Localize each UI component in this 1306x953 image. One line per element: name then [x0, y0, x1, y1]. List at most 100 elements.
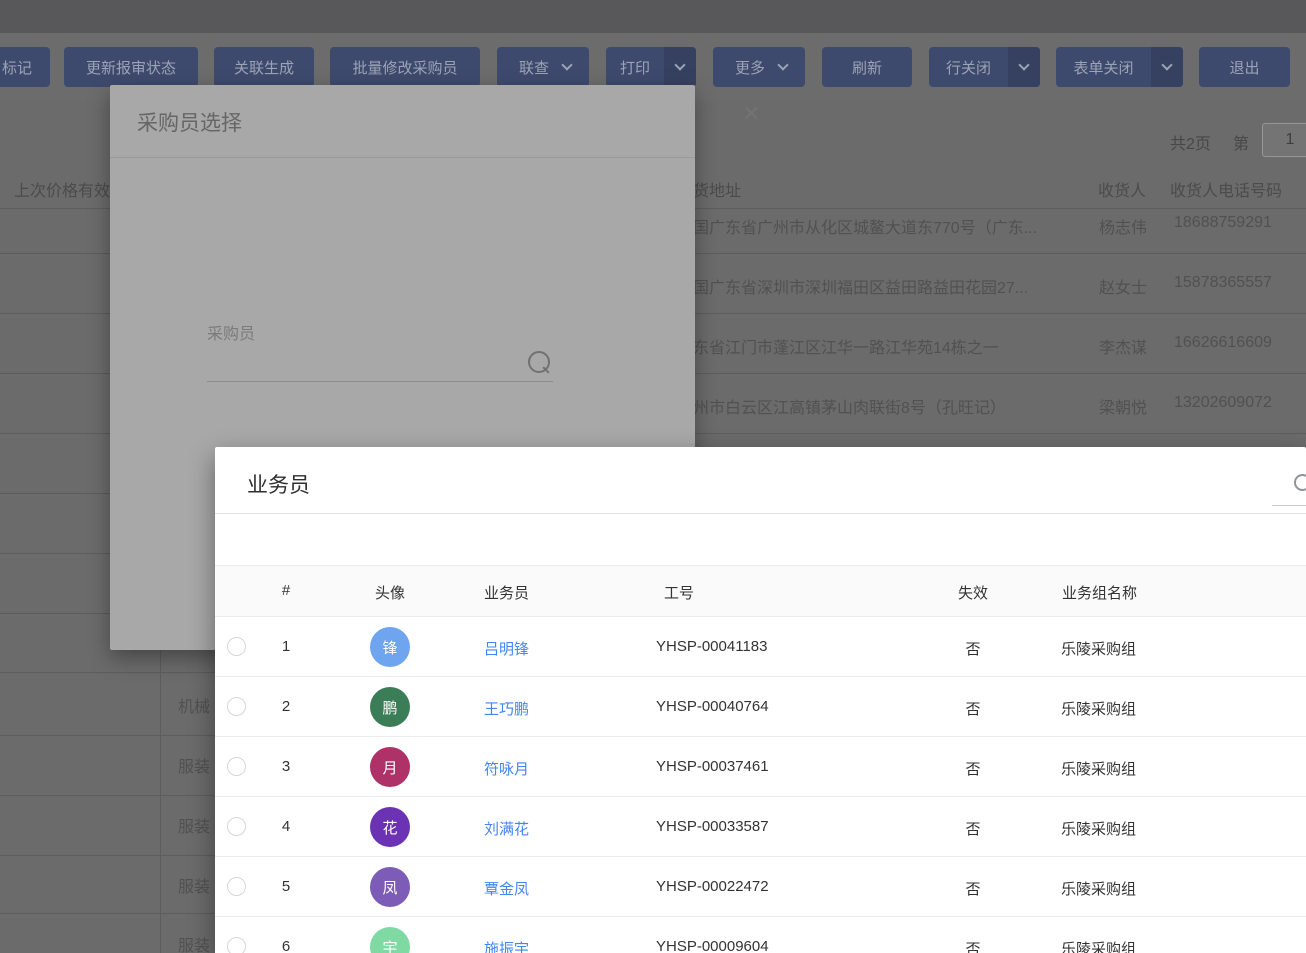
salesperson-dialog: 业务员 # 头像 业务员 工号 失效 业务组名称 1 锋 吕明锋 YHSP-00…: [215, 447, 1306, 953]
row-divider: [0, 855, 215, 856]
row-radio-button[interactable]: [227, 937, 246, 953]
bg-receiver-cell: 杨志伟: [1099, 214, 1147, 238]
salesperson-link[interactable]: 王巧鹏: [484, 698, 529, 719]
purchaser-input[interactable]: [207, 381, 553, 382]
avatar: 花: [370, 807, 410, 847]
col-header-employee-id: 工号: [664, 582, 694, 603]
row-index: 4: [273, 818, 299, 835]
modal-title: 采购员选择: [137, 107, 242, 137]
page-number-input[interactable]: 1: [1262, 123, 1306, 157]
form-close-button[interactable]: 表单关闭: [1056, 47, 1183, 87]
table-row[interactable]: 4 花 刘满花 YHSP-00033587 否 乐陵采购组: [215, 797, 1306, 857]
search-icon[interactable]: [1294, 474, 1306, 491]
refresh-button[interactable]: 刷新: [822, 47, 912, 87]
batch-modify-purchaser-button[interactable]: 批量修改采购员: [330, 47, 480, 87]
close-icon[interactable]: ✕: [742, 101, 760, 127]
column-divider: [160, 650, 161, 953]
salesperson-link[interactable]: 吕明锋: [484, 638, 529, 659]
row-radio-button[interactable]: [227, 817, 246, 836]
bg-category-cell: 服装: [178, 753, 210, 777]
bg-phone-cell: 18688759291: [1174, 214, 1272, 232]
bg-receiver-cell: 梁朝悦: [1099, 394, 1147, 418]
bg-category-cell: 服装: [178, 932, 210, 953]
row-divider: [695, 208, 1306, 209]
row-index: 5: [273, 878, 299, 895]
form-close-dropdown-button[interactable]: [1151, 47, 1183, 87]
search-icon[interactable]: [528, 351, 550, 373]
update-approval-status-button[interactable]: 更新报审状态: [64, 47, 198, 87]
invalid-flag: 否: [951, 818, 995, 839]
more-button[interactable]: 更多: [713, 47, 805, 87]
row-divider: [0, 672, 215, 673]
dialog-title: 业务员: [247, 469, 310, 499]
row-divider: [0, 795, 215, 796]
employee-id: YHSP-00033587: [656, 818, 769, 835]
link-query-button[interactable]: 联查: [497, 47, 589, 87]
row-close-label: 行关闭: [929, 57, 1008, 78]
invalid-flag: 否: [951, 878, 995, 899]
dialog-header-divider: [215, 513, 1306, 514]
total-pages-label: 共2页: [1170, 130, 1211, 154]
row-radio-button[interactable]: [227, 877, 246, 896]
salesperson-link[interactable]: 覃金凤: [484, 878, 529, 899]
print-dropdown-button[interactable]: [664, 47, 696, 87]
row-divider: [0, 433, 110, 434]
bg-col-header-receiver: 收货人: [1098, 177, 1146, 201]
row-divider: [0, 735, 215, 736]
row-divider: [0, 913, 215, 914]
linked-generate-button[interactable]: 关联生成: [214, 47, 314, 87]
invalid-flag: 否: [951, 698, 995, 719]
mark-button[interactable]: 标记: [0, 47, 50, 87]
business-group: 乐陵采购组: [1061, 638, 1136, 659]
employee-id: YHSP-00009604: [656, 938, 769, 953]
chevron-down-icon: [1161, 59, 1172, 70]
row-index: 1: [273, 638, 299, 655]
table-row[interactable]: 5 凤 覃金凤 YHSP-00022472 否 乐陵采购组: [215, 857, 1306, 917]
exit-button[interactable]: 退出: [1199, 47, 1290, 87]
top-strip: [0, 0, 1306, 33]
invalid-flag: 否: [951, 638, 995, 659]
salesperson-link[interactable]: 刘满花: [484, 818, 529, 839]
row-close-button[interactable]: 行关闭: [929, 47, 1040, 87]
row-divider: [0, 208, 110, 209]
employee-id: YHSP-00040764: [656, 698, 769, 715]
purchaser-field-label: 采购员: [207, 320, 255, 344]
bg-phone-cell: 16626616609: [1174, 334, 1272, 352]
salesperson-link[interactable]: 施振宇: [484, 938, 529, 953]
form-close-label: 表单关闭: [1056, 57, 1151, 78]
batch-modify-purchaser-label: 批量修改采购员: [348, 57, 461, 78]
business-group: 乐陵采购组: [1061, 818, 1136, 839]
bg-address-cell: 国广东省广州市从化区城鳌大道东770号（广东...: [693, 214, 1037, 238]
linked-generate-label: 关联生成: [230, 57, 298, 78]
table-header-row: # 头像 业务员 工号 失效 业务组名称: [215, 565, 1306, 617]
row-index: 3: [273, 758, 299, 775]
exit-label: 退出: [1225, 57, 1263, 78]
employee-id: YHSP-00041183: [656, 638, 767, 655]
employee-id: YHSP-00022472: [656, 878, 769, 895]
mark-button-label: 标记: [0, 57, 36, 78]
table-row[interactable]: 1 锋 吕明锋 YHSP-00041183 否 乐陵采购组: [215, 617, 1306, 677]
row-divider: [0, 253, 110, 254]
col-header-invalid: 失效: [951, 582, 995, 603]
row-close-dropdown-button[interactable]: [1008, 47, 1040, 87]
row-radio-button[interactable]: [227, 757, 246, 776]
table-row[interactable]: 2 鹏 王巧鹏 YHSP-00040764 否 乐陵采购组: [215, 677, 1306, 737]
bg-address-cell: 国广东省深圳市深圳福田区益田路益田花园27...: [693, 274, 1028, 298]
row-radio-button[interactable]: [227, 697, 246, 716]
print-button[interactable]: 打印: [606, 47, 696, 87]
business-group: 乐陵采购组: [1061, 698, 1136, 719]
bg-receiver-cell: 李杰谋: [1099, 334, 1147, 358]
row-divider: [695, 313, 1306, 314]
table-row[interactable]: 3 月 符咏月 YHSP-00037461 否 乐陵采购组: [215, 737, 1306, 797]
more-label: 更多: [731, 57, 769, 78]
invalid-flag: 否: [951, 758, 995, 779]
table-row[interactable]: 6 宇 施振宇 YHSP-00009604 否 乐陵采购组: [215, 917, 1306, 953]
row-index: 6: [273, 938, 299, 953]
row-index: 2: [273, 698, 299, 715]
business-group: 乐陵采购组: [1061, 938, 1136, 953]
salesperson-link[interactable]: 符咏月: [484, 758, 529, 779]
row-radio-button[interactable]: [227, 637, 246, 656]
bg-phone-cell: 13202609072: [1174, 394, 1272, 412]
avatar: 宇: [370, 927, 410, 953]
row-divider: [695, 373, 1306, 374]
